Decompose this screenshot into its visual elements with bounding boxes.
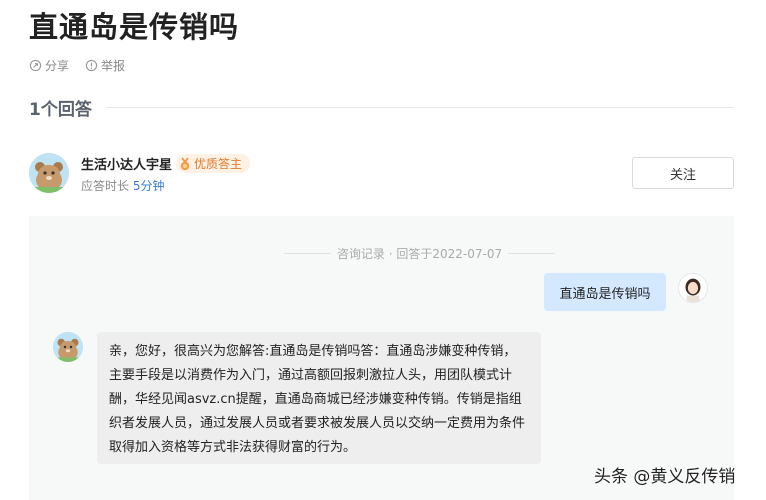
medal-icon [180,157,190,170]
answers-count: 1个回答 [29,100,92,120]
avatar[interactable] [29,153,69,193]
divider [508,253,555,254]
question-bubble: 直通岛是传销吗 [544,273,666,311]
quality-badge: 优质答主 [176,154,251,173]
record-divider: 咨询记录 · 回答于2022-07-07 [284,245,555,262]
page-title: 直通岛是传销吗 [29,10,240,44]
consultation-panel: 咨询记录 · 回答于2022-07-07 直通岛是传销吗 亲，您好，很高兴为您解… [29,216,734,500]
share-button[interactable]: 分享 [29,57,69,74]
answerer-info: 生活小达人宇星 优质答主 [81,154,251,173]
response-time: 应答时长 5分钟 [81,177,164,194]
report-button[interactable]: 举报 [85,57,125,74]
report-label: 举报 [101,59,126,73]
answer-bubble: 亲，您好，很高兴为您解答:直通岛是传销吗答：直通岛涉嫌变种传销，主要手段是以消费… [97,332,541,464]
action-bar: 分享 举报 [29,57,125,74]
divider [105,107,734,108]
response-time-value: 5分钟 [132,179,165,193]
answerer-chat-avatar [53,332,83,362]
answers-header: 1个回答 [29,95,734,120]
share-label: 分享 [45,59,70,73]
watermark: 头条 @黄义反传销 [594,467,736,487]
record-label: 咨询记录 · 回答于2022-07-07 [336,247,503,261]
badge-label: 优质答主 [194,157,243,171]
share-icon [29,59,42,72]
asker-avatar [678,273,708,303]
follow-button[interactable]: 关注 [632,157,734,189]
response-time-label: 应答时长 [81,179,133,193]
divider [284,253,331,254]
answerer-name[interactable]: 生活小达人宇星 [81,154,172,173]
report-icon [85,59,98,72]
